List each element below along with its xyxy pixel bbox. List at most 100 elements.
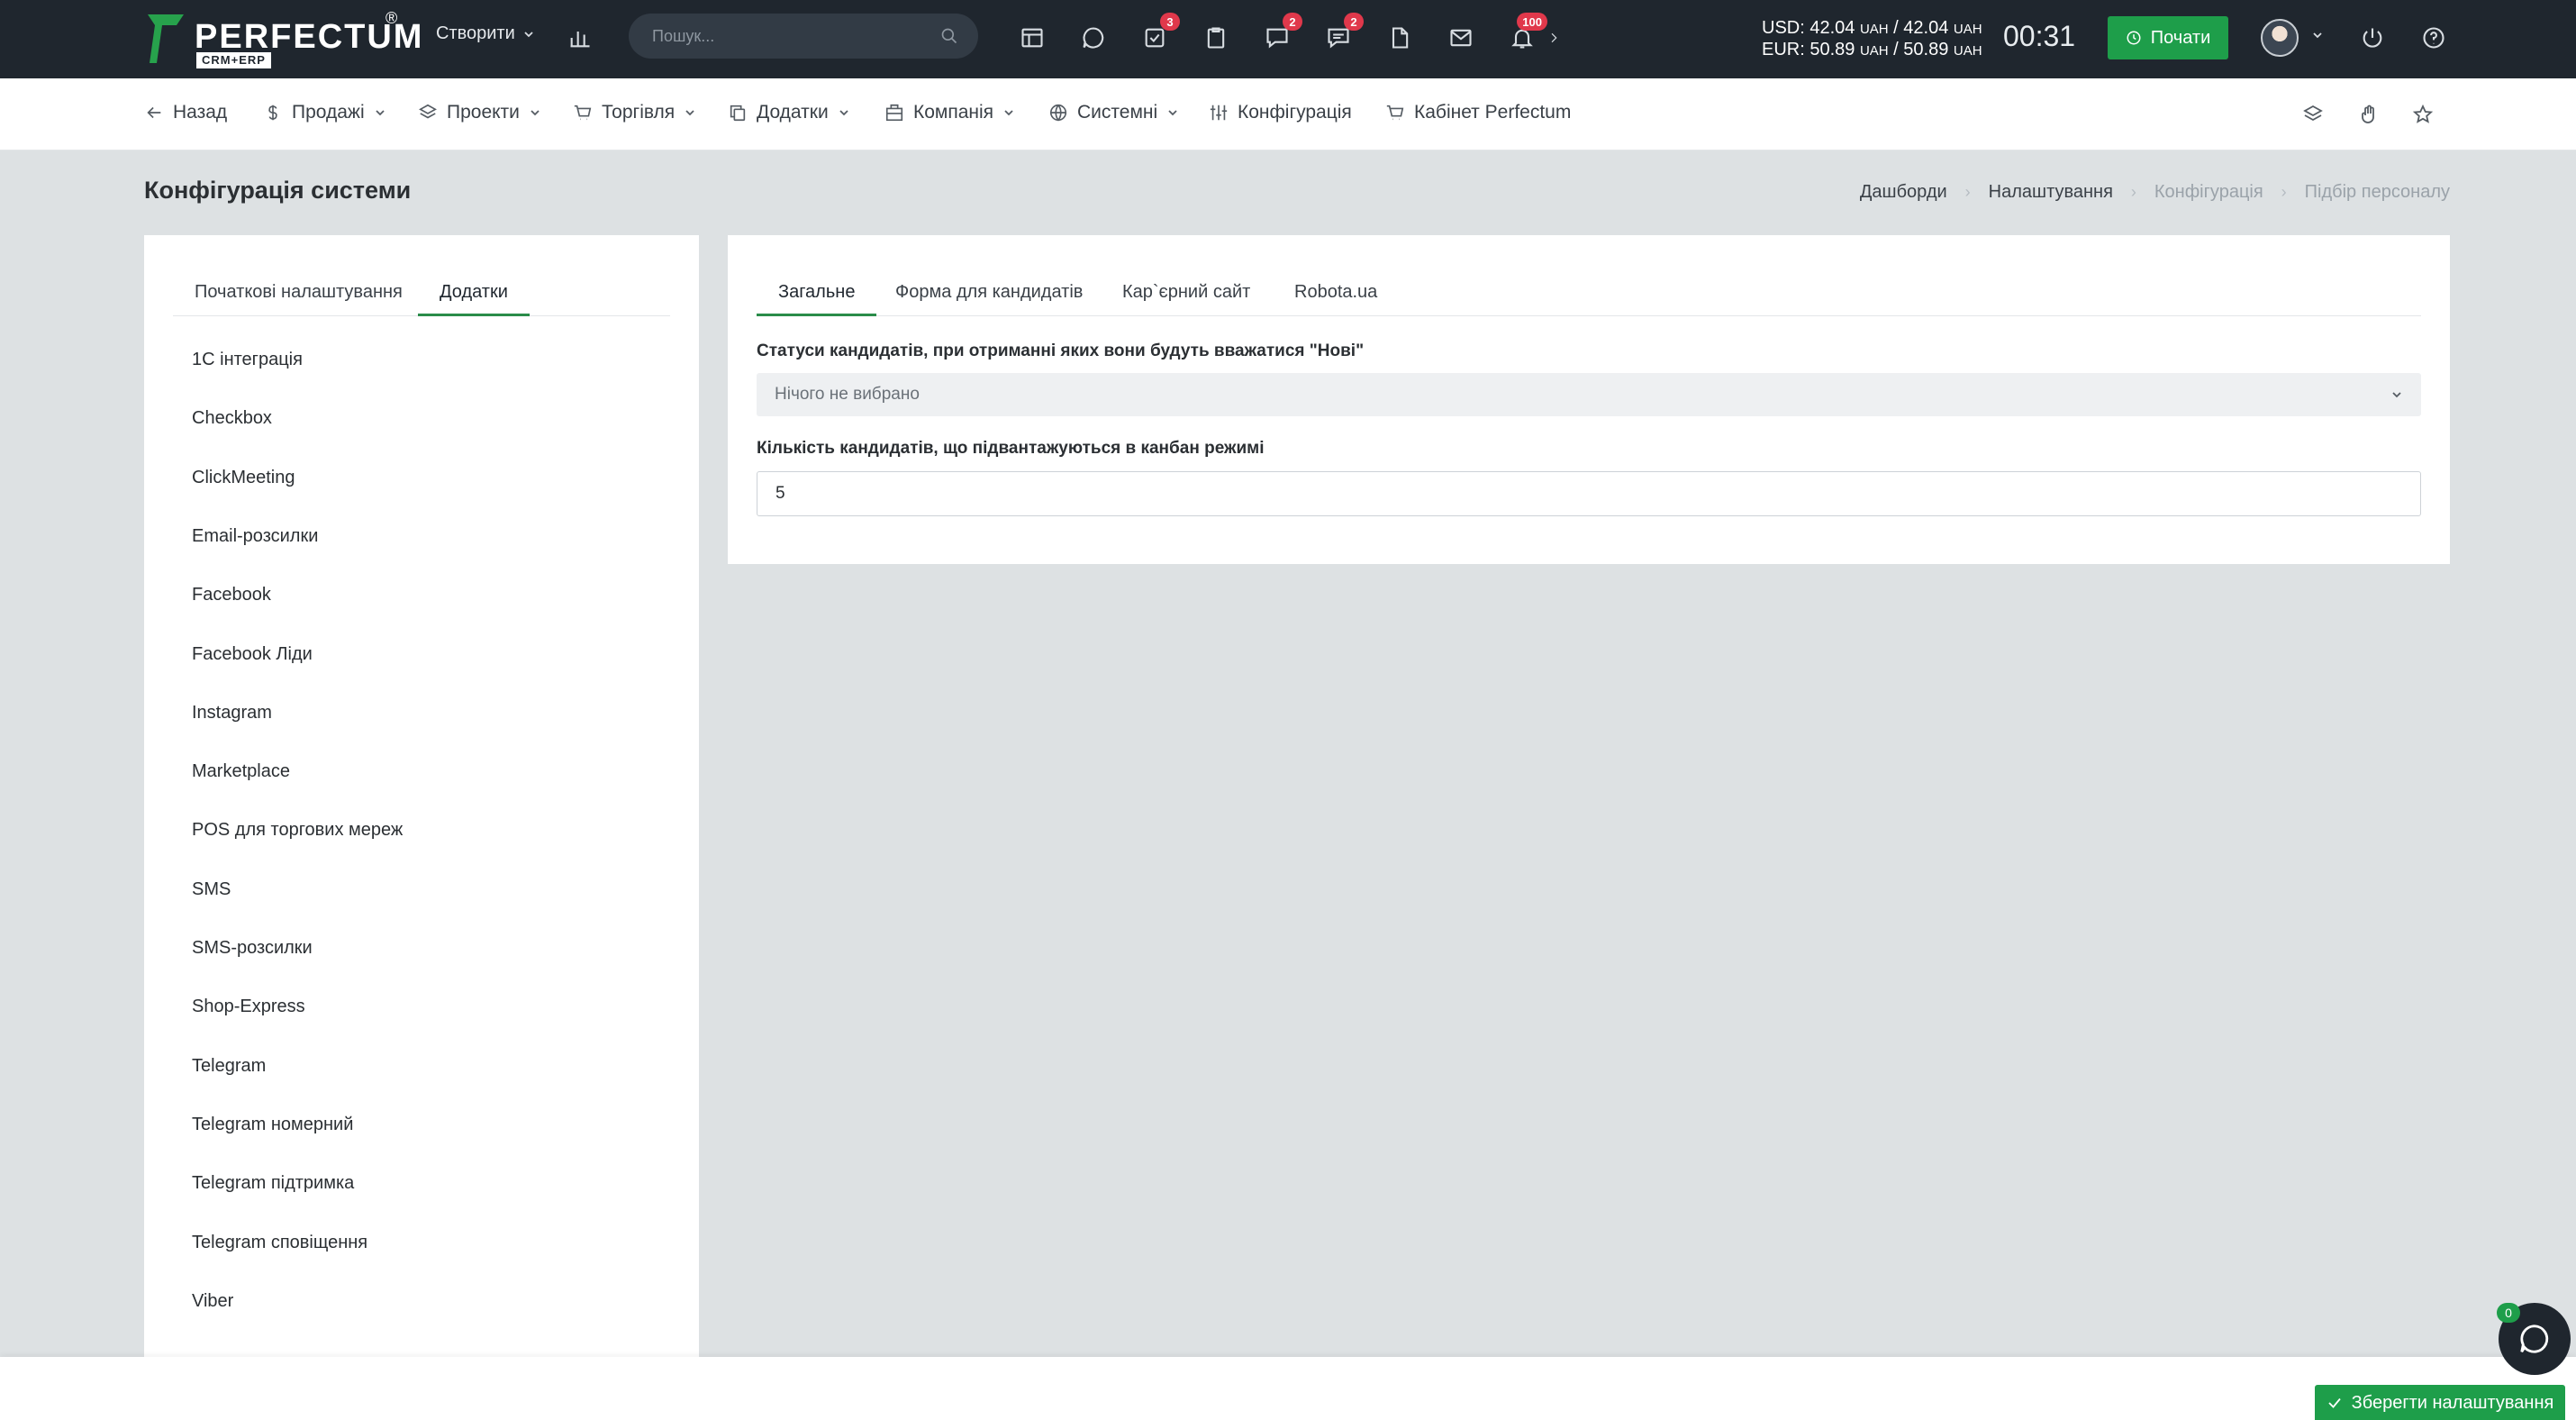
chevron-down-icon	[685, 110, 694, 116]
nav-company[interactable]: Компанія	[884, 102, 1015, 123]
sidebar-item-clickmeeting[interactable]: ClickMeeting	[192, 468, 295, 488]
tasks-icon[interactable]: 3	[1137, 13, 1180, 56]
messages-icon[interactable]: 2	[1320, 13, 1364, 56]
tab-addons[interactable]: Додатки	[418, 273, 530, 316]
tasks-badge: 3	[1160, 13, 1180, 31]
chevron-down-icon	[376, 110, 385, 116]
cart-icon	[574, 105, 592, 121]
search-icon[interactable]	[940, 27, 958, 45]
chat-count-badge: 0	[2497, 1303, 2520, 1323]
nav-addons[interactable]: Додатки	[728, 102, 850, 123]
nav-projects[interactable]: Проекти	[418, 102, 541, 123]
comments-icon[interactable]: 2	[1259, 13, 1302, 56]
tab-candidate-form[interactable]: Форма для кандидатів	[874, 273, 1104, 316]
sidebar-item-telegram-support[interactable]: Telegram підтримка	[192, 1173, 354, 1194]
sidebar-item-marketplace[interactable]: Marketplace	[192, 761, 290, 782]
work-timer: 00:31	[2003, 20, 2076, 52]
top-bar: PERFECTUM ® CRM+ERP Створити 3 2 2 100	[0, 0, 2576, 78]
page-title: Конфігурація системи	[144, 177, 412, 204]
status-select[interactable]: Нічого не вибрано	[757, 373, 2421, 416]
hand-icon[interactable]	[2354, 100, 2383, 129]
nav-system[interactable]: Системні	[1048, 102, 1179, 123]
eur-rate: EUR: 50.89 UAH / 50.89 UAH	[1762, 40, 1982, 59]
sidebar-item-sms-newsletters[interactable]: SMS-розсилки	[192, 938, 313, 959]
create-label: Створити	[436, 23, 515, 43]
nav-sales[interactable]: Продажі	[263, 102, 386, 123]
save-settings-button[interactable]: Зберегти налаштування	[2315, 1385, 2565, 1420]
sidebar-item-telegram-number[interactable]: Telegram номерний	[192, 1115, 353, 1135]
sidebar-tabs: Початкові налаштування Додатки	[173, 273, 670, 316]
chat-bubble-icon[interactable]	[1075, 20, 1111, 56]
layers-icon	[419, 104, 437, 119]
tab-initial-settings[interactable]: Початкові налаштування	[173, 273, 424, 316]
chevron-down-icon	[839, 110, 848, 116]
sidebar-item-facebook-leads[interactable]: Facebook Ліди	[192, 644, 313, 665]
start-timer-button[interactable]: Почати	[2108, 16, 2228, 59]
content-tabs: Загальне Форма для кандидатів Кар`єрний …	[757, 273, 2421, 316]
kanban-count-input[interactable]	[757, 471, 2421, 516]
power-icon[interactable]	[2354, 20, 2390, 56]
breadcrumb: Дашборди › Налаштування › Конфігурація ›…	[1860, 182, 2450, 203]
breadcrumb-settings[interactable]: Налаштування	[1989, 182, 2113, 203]
chevron-right-icon: ›	[2281, 183, 2287, 201]
chevron-right-icon: ›	[2130, 183, 2136, 201]
document-icon[interactable]	[1382, 20, 1418, 56]
nav-configuration[interactable]: Конфігурація	[1209, 102, 1352, 123]
status-field-label: Статуси кандидатів, при отриманні яких в…	[757, 341, 1365, 360]
dashboard-icon[interactable]	[1014, 20, 1050, 56]
status-select-value: Нічого не вибрано	[775, 385, 920, 404]
sliders-icon	[1210, 105, 1228, 121]
globe-icon	[1049, 104, 1067, 122]
messages-badge: 2	[1344, 13, 1364, 31]
help-icon[interactable]	[2416, 20, 2452, 56]
currency-rates: USD: 42.04 UAH / 42.04 UAH EUR: 50.89 UA…	[1762, 18, 1982, 61]
arrow-left-icon	[147, 106, 161, 119]
chevron-right-icon[interactable]	[1540, 20, 1567, 56]
footer-bar	[0, 1357, 2576, 1420]
clock-icon	[2127, 31, 2141, 45]
sidebar-item-telegram-notifications[interactable]: Telegram сповіщення	[192, 1233, 367, 1253]
tab-robota-ua[interactable]: Robota.ua	[1273, 273, 1399, 316]
usd-rate: USD: 42.04 UAH / 42.04 UAH	[1762, 18, 1982, 38]
start-label: Почати	[2150, 27, 2211, 48]
mail-icon[interactable]	[1443, 20, 1479, 56]
sidebar-item-sms[interactable]: SMS	[192, 879, 231, 900]
notifications-icon[interactable]: 100	[1504, 13, 1547, 56]
avatar[interactable]	[2261, 19, 2299, 57]
nav-back[interactable]: Назад	[144, 102, 227, 123]
nav-perfectum-cabinet[interactable]: Кабінет Perfectum	[1385, 102, 1571, 123]
settings-content: Загальне Форма для кандидатів Кар`єрний …	[728, 235, 2450, 564]
brand-reg-mark: ®	[385, 9, 398, 27]
chevron-right-icon: ›	[1964, 183, 1971, 201]
clipboard-icon[interactable]	[1198, 20, 1234, 56]
perfectum-logo[interactable]: PERFECTUM ® CRM+ERP	[144, 9, 422, 68]
breadcrumb-configuration[interactable]: Конфігурація	[2154, 182, 2263, 203]
star-icon[interactable]	[2408, 100, 2437, 129]
comments-badge: 2	[1283, 13, 1302, 31]
building-icon	[885, 104, 903, 122]
sidebar-item-1c[interactable]: 1С інтеграція	[192, 350, 303, 370]
logo-mark-icon	[148, 14, 184, 63]
chevron-down-icon[interactable]	[2311, 29, 2324, 41]
tab-general[interactable]: Загальне	[757, 273, 877, 316]
main-nav: Назад Продажі Проекти Торгівля Додатки К…	[0, 78, 2576, 150]
sidebar-item-telegram[interactable]: Telegram	[192, 1056, 266, 1077]
chevron-down-icon	[524, 31, 533, 37]
sidebar-item-pos[interactable]: POS для торгових мереж	[192, 820, 403, 841]
tab-career-site[interactable]: Кар`єрний сайт	[1101, 273, 1272, 316]
nav-trade[interactable]: Торгівля	[573, 102, 696, 123]
breadcrumb-dashboards[interactable]: Дашборди	[1860, 182, 1947, 203]
create-dropdown[interactable]: Створити	[436, 23, 535, 44]
sidebar-item-checkbox[interactable]: Checkbox	[192, 408, 272, 429]
search-input[interactable]	[629, 14, 978, 59]
brand-tagline: CRM+ERP	[196, 52, 271, 68]
sidebar-item-facebook[interactable]: Facebook	[192, 585, 271, 605]
sidebar-item-instagram[interactable]: Instagram	[192, 703, 272, 724]
cart-icon	[1386, 105, 1404, 121]
layers-icon[interactable]	[2299, 100, 2327, 129]
sidebar-item-email-newsletters[interactable]: Email-розсилки	[192, 526, 318, 547]
sidebar-item-shop-express[interactable]: Shop-Express	[192, 997, 305, 1017]
analytics-icon[interactable]	[562, 20, 598, 56]
kanban-field-label: Кількість кандидатів, що підвантажуються…	[757, 439, 1265, 458]
sidebar-item-viber[interactable]: Viber	[192, 1291, 233, 1312]
